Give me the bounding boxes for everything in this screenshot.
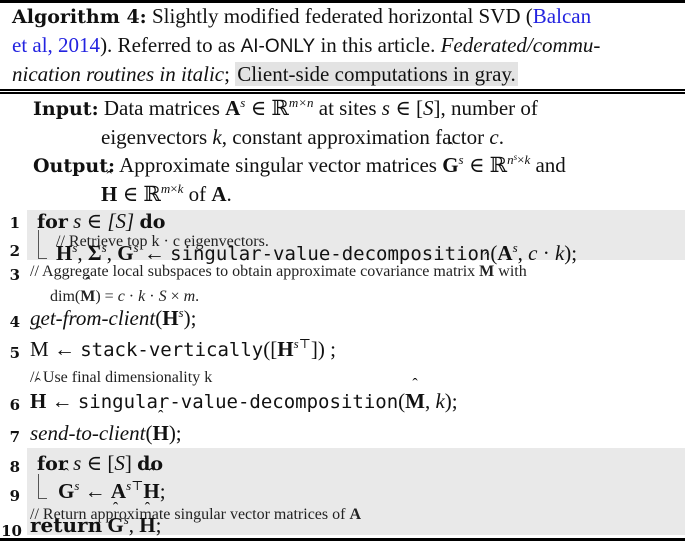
- output-line-2: H ∈ ℝm×k of A.: [101, 169, 232, 207]
- step-5-stack: M ← stack-vertically([Hs⊤]) ;: [30, 324, 336, 362]
- line-number: 1: [9, 214, 20, 232]
- input-text: Data matrices As ∈ ℝm×n at sites s ∈ [S]…: [103, 95, 538, 120]
- line-number: 2: [9, 242, 20, 260]
- loop-expr: s ∈ [S]: [73, 451, 132, 475]
- comment: // Aggregate local subspaces to obtain a…: [30, 250, 527, 281]
- line-number: 6: [9, 396, 20, 414]
- line-number: 8: [9, 458, 20, 476]
- step-7-args: (H);: [145, 408, 181, 445]
- comment: // Use final dimensionality k: [30, 369, 213, 386]
- citation-link[interactable]: Balcan: [533, 4, 591, 28]
- function-singular-value-decomposition: singular-value-decomposition: [77, 391, 399, 413]
- step-6-args: (M, k);: [398, 376, 457, 413]
- comment-cont: dim(M) = c · k · S × m.: [50, 275, 199, 306]
- input-line: Input: Data matrices As ∈ ℝm×n at sites …: [33, 96, 538, 121]
- caption-line-1: Algorithm 4: Slightly modified federated…: [12, 4, 591, 29]
- keyword-do: do: [139, 211, 166, 233]
- step-5-args: ([Hs⊤]) ;: [263, 336, 336, 361]
- method-name: AI-ONLY: [240, 36, 316, 57]
- citation-link-year[interactable]: et al, 2014: [12, 33, 100, 57]
- algorithm-label: Algorithm 4:: [12, 6, 147, 28]
- top-rule: [0, 0, 685, 3]
- bottom-rule: [0, 538, 685, 541]
- caption-text: in this article.: [315, 33, 441, 57]
- step-4-get-from-client: get-from-client(Hs);: [30, 306, 196, 331]
- gray-note: Client-side computations in gray.: [235, 62, 518, 86]
- function-stack-vertically: stack-vertically: [80, 339, 264, 361]
- step-10-return: return Gs, H;: [30, 500, 161, 538]
- step-5-lhs: M ←: [30, 324, 80, 361]
- keyword-for: for: [37, 211, 68, 233]
- function-send-to-client: send-to-client: [30, 421, 146, 445]
- function-get-from-client: get-from-client: [30, 306, 156, 330]
- return-expr: Gs, H;: [107, 500, 161, 537]
- caption-rule-1: [0, 89, 685, 91]
- caption-line-3: nication routines in italic; Client-side…: [12, 62, 518, 87]
- line-number: 5: [9, 344, 20, 362]
- step-6-lhs: H ←: [30, 376, 78, 413]
- caption-line-2: et al, 2014). Referred to as AI-ONLY in …: [12, 33, 600, 58]
- line-number: 3: [9, 266, 20, 284]
- loop-bracket: [38, 230, 47, 259]
- caption-text: ;: [224, 62, 236, 86]
- input-label: Input:: [33, 98, 99, 120]
- caption-text: Slightly modified federated horizontal S…: [151, 4, 533, 28]
- output-text-cont: H ∈ ℝm×k of A.: [101, 169, 232, 206]
- line-number: 9: [9, 487, 20, 505]
- line-number: 4: [9, 313, 20, 331]
- italic-note: nication routines in italic: [12, 62, 225, 86]
- keyword-return: return: [30, 513, 103, 537]
- caption-rule-2: [0, 92, 685, 94]
- caption-text: ). Referred to as: [100, 33, 241, 57]
- step-1-for-loop: for s ∈ [S] do: [37, 209, 165, 234]
- loop-expr: s ∈ [S]: [73, 209, 135, 233]
- italic-note: Federated/commu-: [440, 33, 601, 57]
- line-number: 7: [9, 428, 20, 446]
- step-6-svd: H ← singular-value-decomposition(M, k);: [30, 376, 458, 414]
- step-7-send-to-client: send-to-client(H);: [30, 408, 182, 446]
- step-2-lhs: Hs, Σs, Gs ←: [56, 240, 171, 265]
- function-singular-value-decomposition: singular-value-decomposition: [170, 243, 491, 265]
- step-4-args: (Hs);: [155, 305, 197, 330]
- output-text: Approximate singular vector matrices Gs …: [119, 140, 566, 177]
- loop-bracket: [38, 474, 47, 499]
- step-2-args: (As, c · k);: [490, 240, 578, 265]
